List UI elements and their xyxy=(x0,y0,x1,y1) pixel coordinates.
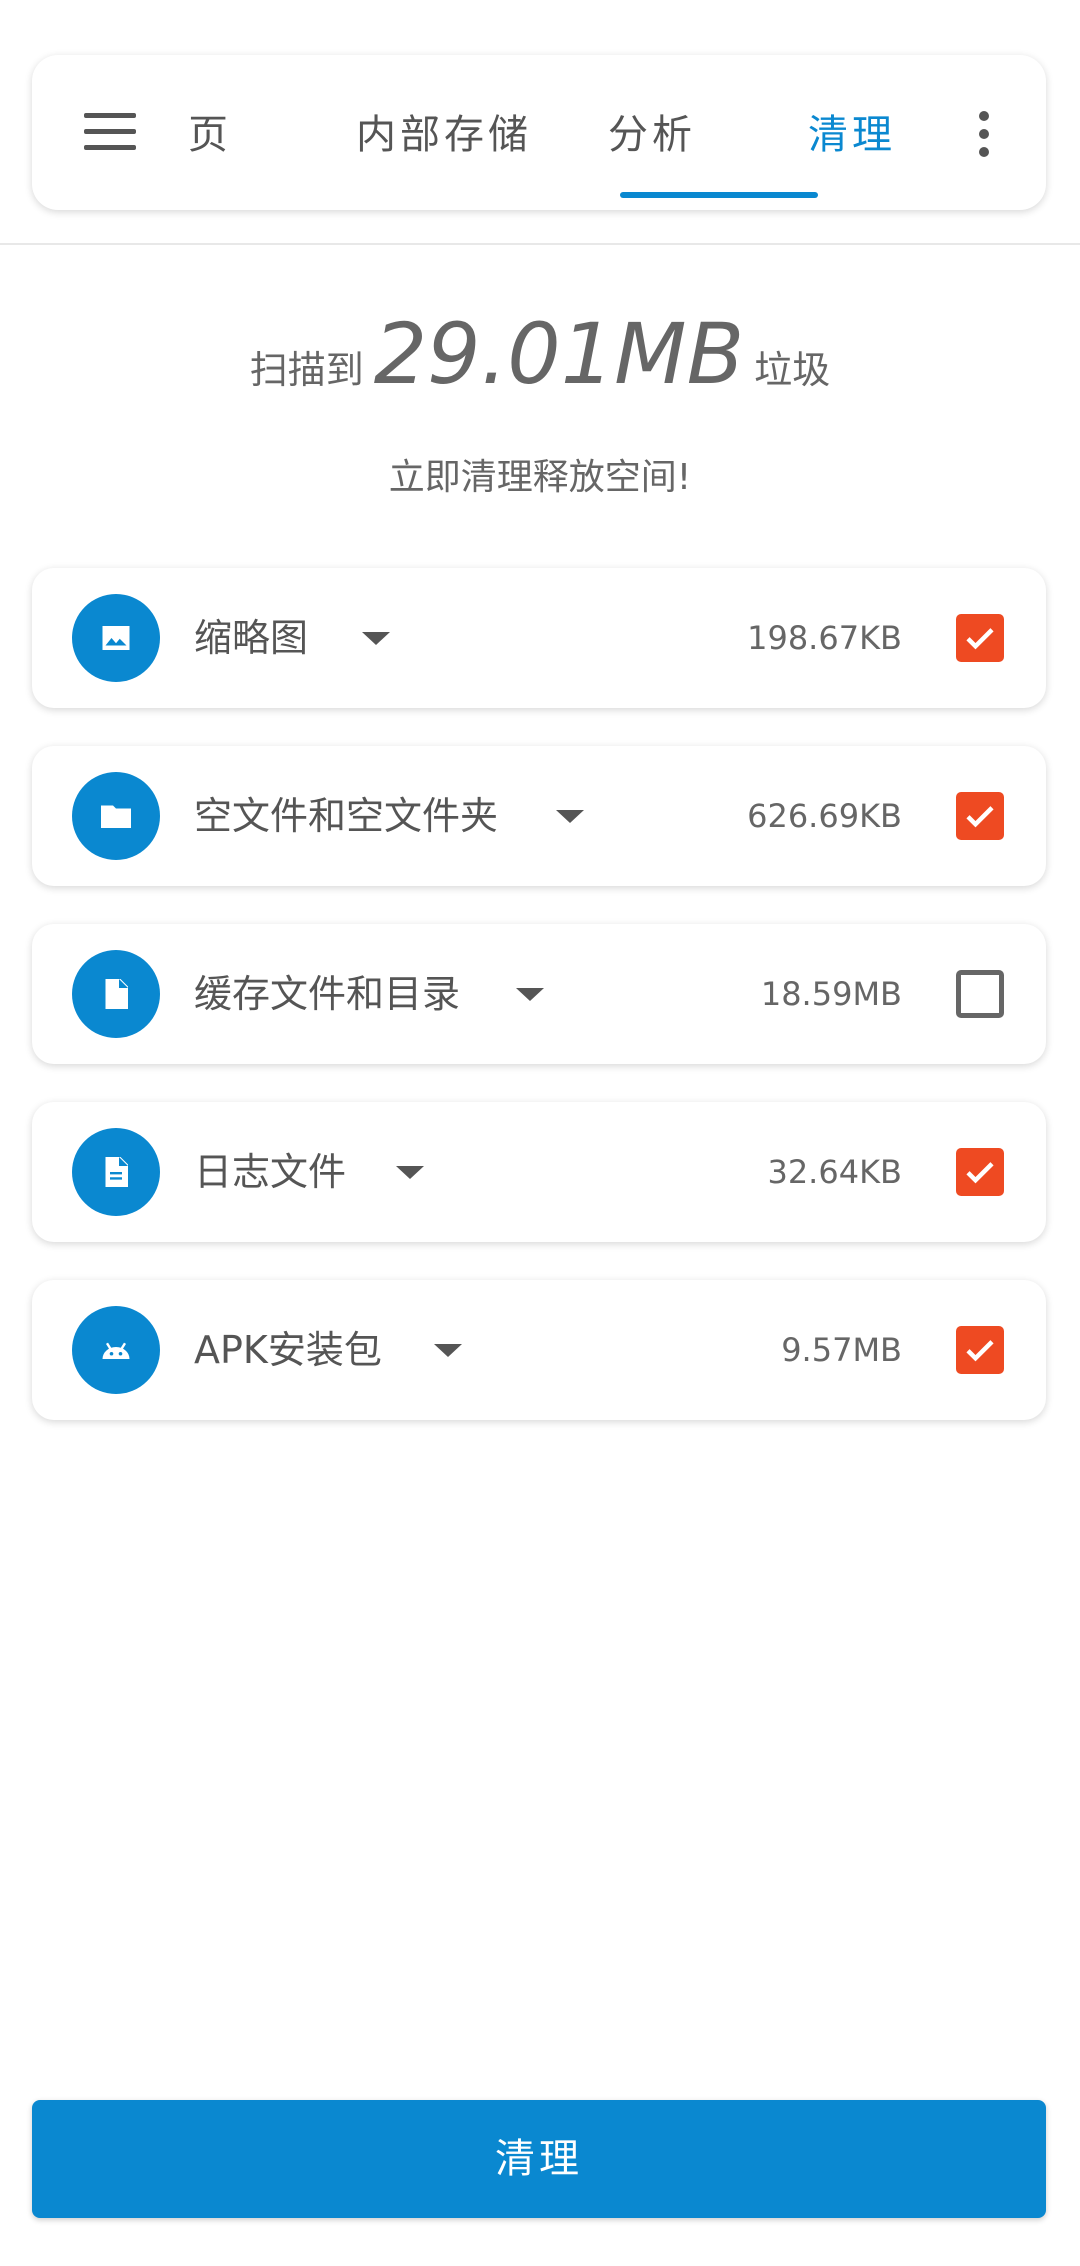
chevron-down-icon[interactable] xyxy=(556,810,584,823)
image-icon xyxy=(72,594,160,682)
item-label: APK安装包 xyxy=(194,1328,382,1372)
chevron-down-icon[interactable] xyxy=(362,632,390,645)
tab-clean[interactable]: 清理 xyxy=(802,105,902,165)
tab-analyze[interactable]: 分析 xyxy=(602,105,702,165)
item-checkbox[interactable] xyxy=(956,970,1004,1018)
item-size: 626.69KB xyxy=(747,797,902,835)
android-icon xyxy=(72,1306,160,1394)
junk-amount: 29.01MB xyxy=(373,305,745,403)
list-item-cache-files[interactable]: 缓存文件和目录 18.59MB xyxy=(32,924,1046,1064)
list-item-apk-packages[interactable]: APK安装包 9.57MB xyxy=(32,1280,1046,1420)
list-item-log-files[interactable]: 日志文件 32.64KB xyxy=(32,1102,1046,1242)
junk-summary: 扫描到 29.01MB 垃圾 xyxy=(0,305,1080,425)
tab-internal-storage[interactable]: 内部存储 xyxy=(352,105,536,165)
folder-icon xyxy=(72,772,160,860)
top-navigation-bar: 主页 内部存储 分析 清理 xyxy=(32,55,1046,210)
item-checkbox[interactable] xyxy=(956,1148,1004,1196)
item-label: 缩略图 xyxy=(194,616,309,660)
chevron-down-icon[interactable] xyxy=(516,988,544,1001)
header-divider xyxy=(0,243,1080,245)
item-checkbox[interactable] xyxy=(956,792,1004,840)
file-icon xyxy=(72,950,160,1038)
document-icon xyxy=(72,1128,160,1216)
item-checkbox[interactable] xyxy=(956,1326,1004,1374)
list-item-thumbnails[interactable]: 缩略图 198.67KB xyxy=(32,568,1046,708)
summary-prefix: 扫描到 xyxy=(249,348,364,392)
more-options-icon[interactable] xyxy=(972,107,996,163)
item-size: 9.57MB xyxy=(781,1331,902,1369)
chevron-down-icon[interactable] xyxy=(396,1166,424,1179)
clean-button[interactable]: 清理 xyxy=(32,2100,1046,2218)
item-size: 32.64KB xyxy=(767,1153,902,1191)
item-size: 198.67KB xyxy=(747,619,902,657)
chevron-down-icon[interactable] xyxy=(434,1344,462,1357)
item-size: 18.59MB xyxy=(760,975,902,1013)
summary-suffix: 垃圾 xyxy=(754,348,831,392)
item-label: 日志文件 xyxy=(194,1150,347,1194)
item-label: 空文件和空文件夹 xyxy=(194,794,499,838)
item-label: 缓存文件和目录 xyxy=(194,972,461,1016)
active-tab-indicator xyxy=(620,192,818,198)
tab-home[interactable]: 主页 xyxy=(182,105,278,165)
item-checkbox[interactable] xyxy=(956,614,1004,662)
menu-icon[interactable] xyxy=(77,99,143,165)
tab-strip: 主页 内部存储 分析 清理 xyxy=(182,55,982,210)
summary-subtitle: 立即清理释放空间! xyxy=(388,457,692,498)
list-item-empty-files-folders[interactable]: 空文件和空文件夹 626.69KB xyxy=(32,746,1046,886)
